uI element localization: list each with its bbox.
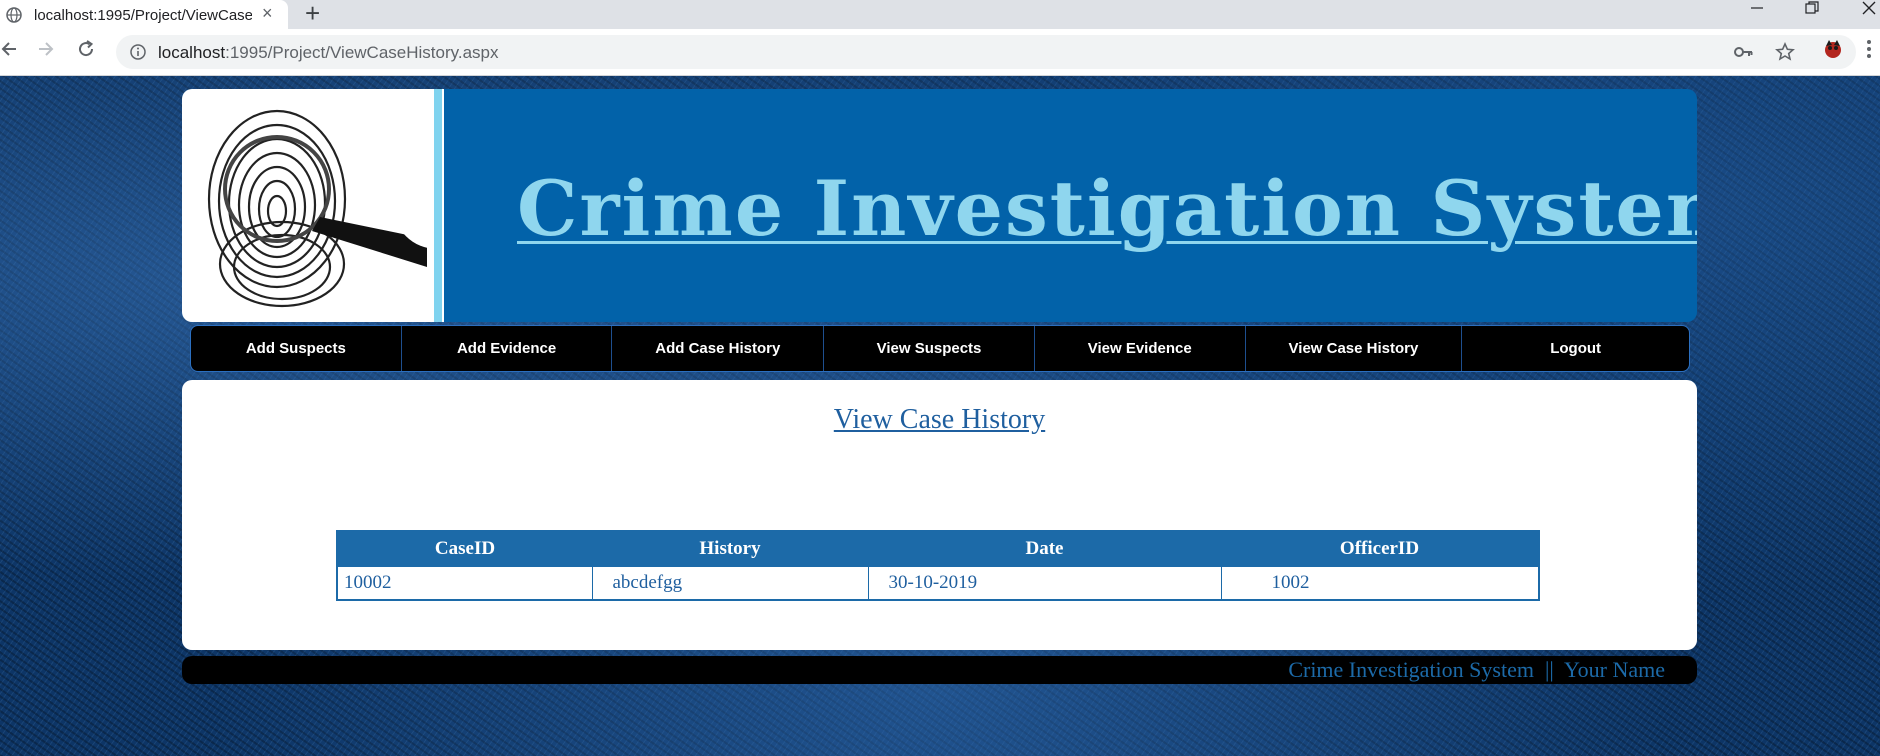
column-header-date: Date [868,531,1221,567]
cell-caseid: 10002 [336,566,593,601]
url-path: :1995/Project/ViewCaseHistory.aspx [225,43,499,62]
browser-toolbar: localhost:1995/Project/ViewCaseHistory.a… [0,29,1880,76]
cell-officerid: 1002 [1220,566,1540,601]
cell-date: 30-10-2019 [867,566,1222,601]
footer-text: Crime Investigation System || Your Name [1288,657,1665,682]
fingerprint-magnifier-image [182,89,481,322]
minimize-icon[interactable] [1750,0,1764,20]
close-window-icon[interactable] [1862,0,1876,20]
footer-bar: Crime Investigation System || Your Name [182,656,1697,684]
banner-divider [434,89,442,322]
url-host: localhost [158,43,226,62]
menu-add-evidence[interactable]: Add Evidence [402,326,613,371]
column-header-history: History [592,531,868,567]
browser-menu-icon[interactable] [1866,39,1872,64]
cell-history: abcdefgg [591,566,869,601]
back-icon[interactable] [0,39,20,64]
page-title: View Case History [833,404,1046,435]
main-menu: Add Suspects Add Evidence Add Case Histo… [190,325,1690,372]
extension-icon[interactable] [1822,38,1844,65]
key-icon[interactable] [1733,43,1753,66]
page-background: Crime Investigation System Add Suspects … [0,76,1880,756]
menu-view-suspects[interactable]: View Suspects [824,326,1035,371]
menu-logout[interactable]: Logout [1462,326,1689,371]
table-row: 10002 abcdefgg 30-10-2019 1002 [336,566,1540,601]
browser-tab-strip: localhost:1995/Project/ViewCase × + [0,0,1880,29]
column-header-officerid: OfficerID [1221,531,1539,567]
reload-icon[interactable] [76,39,96,64]
globe-icon [6,7,22,28]
column-header-caseid: CaseID [337,531,592,567]
site-banner: Crime Investigation System [182,89,1697,322]
content-panel: View Case History CaseID History Date Of… [182,380,1697,650]
close-tab-icon[interactable]: × [262,3,273,24]
tab-title: localhost:1995/Project/ViewCase [34,7,252,24]
table-header-row: CaseID History Date OfficerID [337,531,1539,567]
info-icon[interactable] [130,44,146,65]
banner-title: Crime Investigation System [517,164,1697,253]
address-bar[interactable]: localhost:1995/Project/ViewCaseHistory.a… [116,35,1856,69]
bookmark-star-icon[interactable] [1775,42,1795,67]
menu-view-evidence[interactable]: View Evidence [1035,326,1246,371]
menu-add-case-history[interactable]: Add Case History [612,326,825,371]
browser-tab[interactable]: localhost:1995/Project/ViewCase × [0,0,288,29]
case-history-table: CaseID History Date OfficerID 10002 abcd… [336,530,1540,601]
new-tab-icon[interactable]: + [305,0,320,29]
url-text: localhost:1995/Project/ViewCaseHistory.a… [158,43,499,63]
menu-view-case-history[interactable]: View Case History [1246,326,1463,371]
forward-icon[interactable] [36,39,56,64]
menu-add-suspects[interactable]: Add Suspects [191,326,402,371]
restore-icon[interactable] [1805,0,1819,20]
